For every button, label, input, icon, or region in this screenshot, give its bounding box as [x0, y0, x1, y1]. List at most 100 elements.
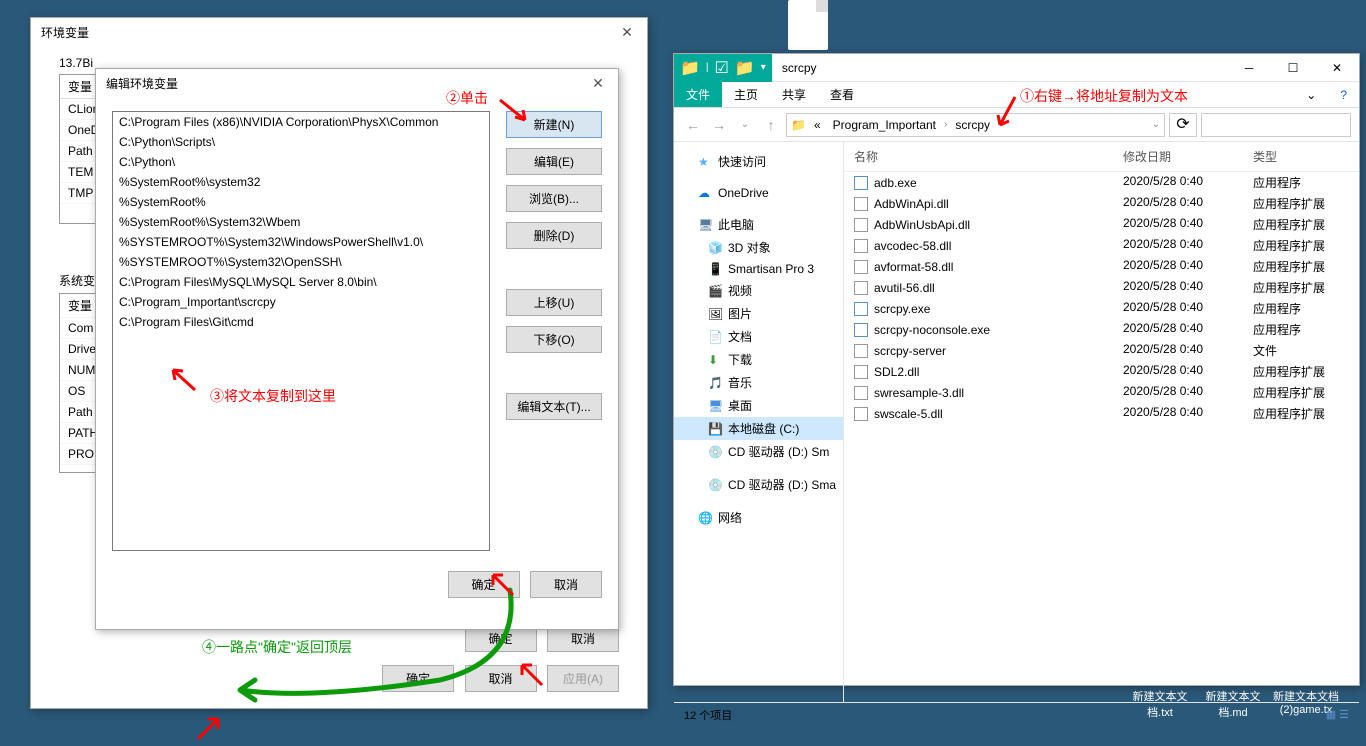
ok-button[interactable]: 确定 [448, 571, 520, 598]
path-item[interactable]: C:\Program_Important\scrcpy [113, 292, 489, 312]
file-icon [854, 386, 868, 400]
file-row[interactable]: SDL2.dll2020/5/28 0:40应用程序扩展 [844, 361, 1359, 382]
nav-back-button[interactable]: ← [682, 114, 704, 136]
breadcrumb-item[interactable]: Program_Important [829, 118, 940, 132]
tree-quick-access[interactable]: ★快速访问 [674, 150, 843, 173]
nav-tree[interactable]: ★快速访问 ☁OneDrive 🖥此电脑 🧊3D 对象 📱Smartisan P… [674, 142, 844, 702]
cd-icon: 💿 [708, 478, 722, 492]
path-item[interactable]: C:\Python\Scripts\ [113, 132, 489, 152]
tree-music[interactable]: 🎵音乐 [674, 371, 843, 394]
path-item[interactable]: C:\Python\ [113, 152, 489, 172]
file-icon [854, 365, 868, 379]
file-row[interactable]: swscale-5.dll2020/5/28 0:40应用程序扩展 [844, 403, 1359, 424]
drive-icon: 💾 [708, 422, 722, 436]
desktop-icon: 🖥 [708, 399, 722, 413]
nav-recent-button[interactable]: ⌄ [734, 114, 756, 136]
search-input[interactable] [1201, 113, 1351, 137]
nav-forward-button[interactable]: → [708, 114, 730, 136]
tree-device[interactable]: 📱Smartisan Pro 3 [674, 259, 843, 279]
status-text: 12 个项目 [684, 707, 732, 723]
col-name-header[interactable]: 名称 [854, 148, 1123, 165]
cancel-button[interactable]: 取消 [530, 571, 602, 598]
tree-desktop[interactable]: 🖥桌面 [674, 394, 843, 417]
file-row[interactable]: scrcpy-server2020/5/28 0:40文件 [844, 340, 1359, 361]
tree-cd1[interactable]: 💿CD 驱动器 (D:) Sm [674, 440, 843, 463]
close-button[interactable]: ✕ [588, 74, 608, 94]
address-bar[interactable]: 📁 « Program_Important › scrcpy ⌄ [786, 113, 1165, 137]
col-type-header[interactable]: 类型 [1253, 148, 1349, 165]
ribbon-file-tab[interactable]: 文件 [674, 82, 722, 107]
tree-onedrive[interactable]: ☁OneDrive [674, 183, 843, 203]
ribbon-view-tab[interactable]: 查看 [818, 82, 866, 107]
movedown-button[interactable]: 下移(O) [506, 326, 602, 353]
path-item[interactable]: C:\Program Files (x86)\NVIDIA Corporatio… [113, 112, 489, 132]
delete-button[interactable]: 删除(D) [506, 222, 602, 249]
file-row[interactable]: avutil-56.dll2020/5/28 0:40应用程序扩展 [844, 277, 1359, 298]
tree-documents[interactable]: 📄文档 [674, 325, 843, 348]
file-row[interactable]: AdbWinApi.dll2020/5/28 0:40应用程序扩展 [844, 193, 1359, 214]
file-list[interactable]: 名称 修改日期 类型 adb.exe2020/5/28 0:40应用程序AdbW… [844, 142, 1359, 702]
ribbon-share-tab[interactable]: 共享 [770, 82, 818, 107]
file-icon [854, 281, 868, 295]
quick-access-toolbar: 📁 | ☑ 📁 ▾ [674, 54, 772, 82]
breadcrumb-separator: › [944, 119, 947, 130]
file-row[interactable]: adb.exe2020/5/28 0:40应用程序 [844, 172, 1359, 193]
path-item[interactable]: %SYSTEMROOT%\System32\WindowsPowerShell\… [113, 232, 489, 252]
moveup-button[interactable]: 上移(U) [506, 289, 602, 316]
file-row[interactable]: avcodec-58.dll2020/5/28 0:40应用程序扩展 [844, 235, 1359, 256]
minimize-button[interactable]: ─ [1227, 54, 1271, 82]
folder-icon: 📁 [791, 118, 806, 132]
tree-cdrive[interactable]: 💾本地磁盘 (C:) [674, 417, 843, 440]
browse-button[interactable]: 浏览(B)... [506, 185, 602, 212]
help-icon[interactable]: ? [1328, 84, 1359, 106]
path-item[interactable]: %SystemRoot% [113, 192, 489, 212]
edit-text-button[interactable]: 编辑文本(T)... [506, 393, 602, 420]
file-icon [854, 239, 868, 253]
file-row[interactable]: scrcpy.exe2020/5/28 0:40应用程序 [844, 298, 1359, 319]
view-buttons[interactable]: ▦ ☰ [1326, 708, 1349, 721]
checkbox-icon[interactable]: ☑ [715, 58, 729, 78]
dialog-title: 编辑环境变量 [106, 69, 178, 99]
tree-pictures[interactable]: 🖼图片 [674, 302, 843, 325]
tree-network[interactable]: 🌐网络 [674, 506, 843, 529]
tree-cd2[interactable]: 💿CD 驱动器 (D:) Sma [674, 473, 843, 496]
path-item[interactable]: %SYSTEMROOT%\System32\OpenSSH\ [113, 252, 489, 272]
file-row[interactable]: avformat-58.dll2020/5/28 0:40应用程序扩展 [844, 256, 1359, 277]
nav-up-button[interactable]: ↑ [760, 114, 782, 136]
apply-button[interactable]: 应用(A) [547, 665, 619, 692]
explorer-window: 📁 | ☑ 📁 ▾ scrcpy ─ ☐ ✕ 文件 主页 共享 查看 ⌄ ? ←… [673, 53, 1360, 686]
file-row[interactable]: scrcpy-noconsole.exe2020/5/28 0:40应用程序 [844, 319, 1359, 340]
ribbon-expand[interactable]: ⌄ [1294, 84, 1328, 106]
path-item[interactable]: %SystemRoot%\System32\Wbem [113, 212, 489, 232]
path-item[interactable]: %SystemRoot%\system32 [113, 172, 489, 192]
col-date-header[interactable]: 修改日期 [1123, 148, 1253, 165]
video-icon: 🎬 [708, 284, 722, 298]
path-item[interactable]: C:\Program Files\Git\cmd [113, 312, 489, 332]
path-listbox[interactable]: C:\Program Files (x86)\NVIDIA Corporatio… [112, 111, 490, 551]
qat-divider: | [706, 62, 709, 73]
breadcrumb-item[interactable]: scrcpy [951, 118, 994, 132]
window-title: scrcpy [772, 61, 1227, 75]
refresh-button[interactable]: ⟳ [1169, 113, 1197, 137]
close-button[interactable]: ✕ [1315, 54, 1359, 82]
chevron-down-icon[interactable]: ⌄ [1152, 119, 1160, 130]
cancel-button2[interactable]: 取消 [465, 665, 537, 692]
edit-env-dialog: 编辑环境变量 ✕ C:\Program Files (x86)\NVIDIA C… [95, 68, 619, 630]
tree-thispc[interactable]: 🖥此电脑 [674, 213, 843, 236]
file-row[interactable]: AdbWinUsbApi.dll2020/5/28 0:40应用程序扩展 [844, 214, 1359, 235]
file-row[interactable]: swresample-3.dll2020/5/28 0:40应用程序扩展 [844, 382, 1359, 403]
tree-3d-objects[interactable]: 🧊3D 对象 [674, 236, 843, 259]
breadcrumb-root[interactable]: « [810, 118, 825, 132]
pc-icon: 🖥 [698, 218, 712, 232]
close-button[interactable]: ✕ [617, 23, 637, 43]
tree-videos[interactable]: 🎬视频 [674, 279, 843, 302]
file-icon [854, 302, 868, 316]
tree-downloads[interactable]: ⬇下载 [674, 348, 843, 371]
edit-button[interactable]: 编辑(E) [506, 148, 602, 175]
path-item[interactable]: C:\Program Files\MySQL\MySQL Server 8.0\… [113, 272, 489, 292]
new-button[interactable]: 新建(N) [506, 111, 602, 138]
ribbon-home-tab[interactable]: 主页 [722, 82, 770, 107]
ok-button2[interactable]: 确定 [382, 665, 454, 692]
music-icon: 🎵 [708, 376, 722, 390]
maximize-button[interactable]: ☐ [1271, 54, 1315, 82]
